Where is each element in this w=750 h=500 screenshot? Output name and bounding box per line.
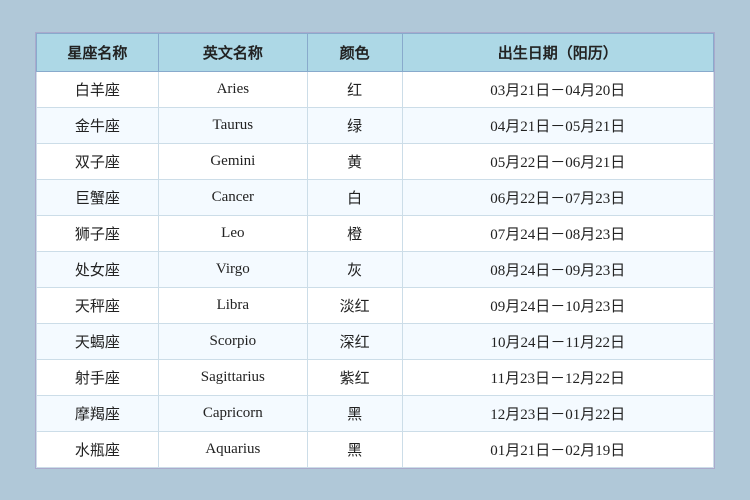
table-row: 水瓶座Aquarius黑01月21日－02月19日 — [37, 431, 714, 467]
cell-en: Libra — [158, 287, 307, 323]
cell-en: Capricorn — [158, 395, 307, 431]
cell-color: 红 — [307, 71, 402, 107]
cell-date: 10月24日－11月22日 — [402, 323, 713, 359]
cell-color: 黄 — [307, 143, 402, 179]
header-date: 出生日期（阳历） — [402, 33, 713, 71]
cell-en: Taurus — [158, 107, 307, 143]
cell-date: 05月22日－06月21日 — [402, 143, 713, 179]
cell-color: 紫红 — [307, 359, 402, 395]
header-en: 英文名称 — [158, 33, 307, 71]
cell-color: 黑 — [307, 395, 402, 431]
cell-date: 11月23日－12月22日 — [402, 359, 713, 395]
cell-date: 12月23日－01月22日 — [402, 395, 713, 431]
header-zh: 星座名称 — [37, 33, 159, 71]
cell-zh: 天秤座 — [37, 287, 159, 323]
cell-zh: 金牛座 — [37, 107, 159, 143]
table-header-row: 星座名称 英文名称 颜色 出生日期（阳历） — [37, 33, 714, 71]
cell-color: 深红 — [307, 323, 402, 359]
zodiac-table: 星座名称 英文名称 颜色 出生日期（阳历） 白羊座Aries红03月21日－04… — [36, 33, 714, 468]
table-row: 天秤座Libra淡红09月24日－10月23日 — [37, 287, 714, 323]
table-row: 天蝎座Scorpio深红10月24日－11月22日 — [37, 323, 714, 359]
table-row: 狮子座Leo橙07月24日－08月23日 — [37, 215, 714, 251]
table-row: 白羊座Aries红03月21日－04月20日 — [37, 71, 714, 107]
table-row: 巨蟹座Cancer白06月22日－07月23日 — [37, 179, 714, 215]
cell-date: 08月24日－09月23日 — [402, 251, 713, 287]
cell-en: Leo — [158, 215, 307, 251]
cell-zh: 摩羯座 — [37, 395, 159, 431]
cell-zh: 水瓶座 — [37, 431, 159, 467]
cell-en: Cancer — [158, 179, 307, 215]
cell-zh: 白羊座 — [37, 71, 159, 107]
header-color: 颜色 — [307, 33, 402, 71]
cell-color: 淡红 — [307, 287, 402, 323]
cell-color: 灰 — [307, 251, 402, 287]
cell-date: 04月21日－05月21日 — [402, 107, 713, 143]
cell-color: 黑 — [307, 431, 402, 467]
zodiac-table-container: 星座名称 英文名称 颜色 出生日期（阳历） 白羊座Aries红03月21日－04… — [35, 32, 715, 469]
table-row: 双子座Gemini黄05月22日－06月21日 — [37, 143, 714, 179]
cell-en: Scorpio — [158, 323, 307, 359]
cell-zh: 处女座 — [37, 251, 159, 287]
cell-date: 07月24日－08月23日 — [402, 215, 713, 251]
cell-color: 白 — [307, 179, 402, 215]
cell-en: Virgo — [158, 251, 307, 287]
cell-zh: 狮子座 — [37, 215, 159, 251]
cell-zh: 射手座 — [37, 359, 159, 395]
cell-en: Gemini — [158, 143, 307, 179]
cell-date: 09月24日－10月23日 — [402, 287, 713, 323]
cell-en: Aries — [158, 71, 307, 107]
cell-en: Aquarius — [158, 431, 307, 467]
cell-date: 03月21日－04月20日 — [402, 71, 713, 107]
cell-en: Sagittarius — [158, 359, 307, 395]
cell-color: 橙 — [307, 215, 402, 251]
table-row: 射手座Sagittarius紫红11月23日－12月22日 — [37, 359, 714, 395]
cell-zh: 巨蟹座 — [37, 179, 159, 215]
cell-date: 01月21日－02月19日 — [402, 431, 713, 467]
cell-color: 绿 — [307, 107, 402, 143]
table-row: 处女座Virgo灰08月24日－09月23日 — [37, 251, 714, 287]
cell-date: 06月22日－07月23日 — [402, 179, 713, 215]
cell-zh: 双子座 — [37, 143, 159, 179]
cell-zh: 天蝎座 — [37, 323, 159, 359]
table-row: 摩羯座Capricorn黑12月23日－01月22日 — [37, 395, 714, 431]
table-row: 金牛座Taurus绿04月21日－05月21日 — [37, 107, 714, 143]
